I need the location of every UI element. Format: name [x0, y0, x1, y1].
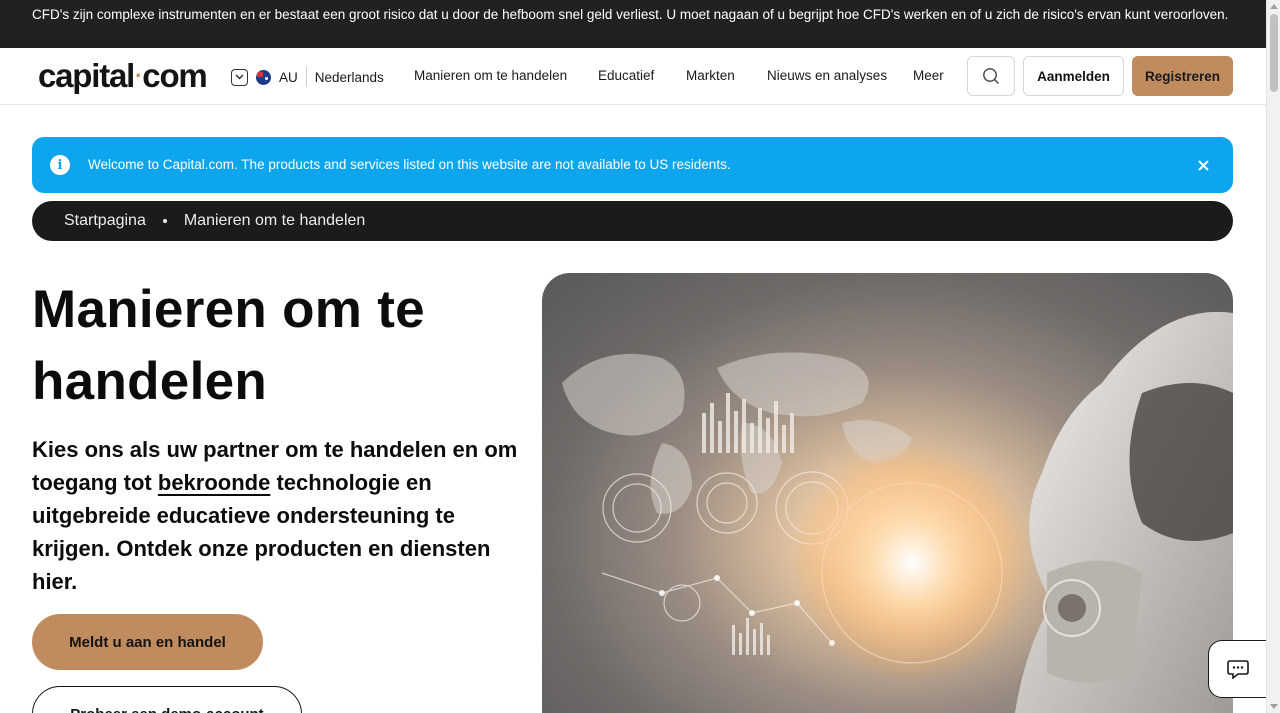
hero-illustration [562, 311, 1233, 713]
notice-text: Welcome to Capital.com. The products and… [88, 157, 731, 172]
hero-image-robot-trading [542, 273, 1233, 713]
logo-dot: · [135, 63, 142, 88]
breadcrumb-home-link[interactable]: Startpagina [64, 212, 146, 230]
page-scrollbar[interactable] [1266, 0, 1280, 713]
search-button[interactable] [967, 56, 1015, 96]
hero-subtitle: Kies ons als uw partner om te handelen e… [32, 433, 522, 598]
demo-account-button[interactable]: Probeer een demo-account [32, 686, 302, 713]
scroll-up-arrow-icon[interactable] [1270, 4, 1278, 9]
page-title: Manieren om te handelen [32, 280, 425, 411]
register-button[interactable]: Registreren [1132, 56, 1233, 96]
nav-item-news-analysis[interactable]: Nieuws en analyses [767, 68, 887, 83]
language-selector[interactable]: Nederlands [315, 70, 384, 85]
nav-item-education[interactable]: Educatief [598, 68, 654, 83]
breadcrumb-separator [162, 219, 167, 223]
close-icon[interactable] [1193, 155, 1213, 175]
info-icon: i [50, 155, 70, 175]
search-icon [983, 68, 999, 84]
site-header: capital·com AU Nederlands Manieren om te… [0, 48, 1266, 105]
breadcrumb-current: Manieren om te handelen [183, 212, 366, 229]
logo-text-left: capital [38, 57, 135, 94]
us-residents-notice: i Welcome to Capital.com. The products a… [32, 137, 1233, 193]
region-selector[interactable]: AU Nederlands [231, 67, 384, 87]
scrollbar-thumb[interactable] [1270, 14, 1278, 92]
logo[interactable]: capital·com [38, 57, 208, 98]
nav-item-more[interactable]: Meer [913, 68, 944, 83]
chevron-down-icon[interactable] [231, 68, 248, 86]
nav-item-markets[interactable]: Markten [686, 68, 735, 83]
region-code: AU [279, 69, 298, 85]
logo-text-right: com [142, 57, 207, 94]
region-divider [305, 67, 307, 87]
chat-button[interactable] [1208, 640, 1266, 698]
chat-icon [1226, 660, 1249, 679]
risk-warning-bar: CFD's zijn complexe instrumenten en er b… [0, 0, 1266, 48]
login-button[interactable]: Aanmelden [1023, 56, 1124, 96]
breadcrumb: Startpagina Manieren om te handelen [32, 201, 1233, 241]
sign-up-trade-button[interactable]: Meldt u aan en handel [32, 614, 263, 670]
awards-link[interactable]: bekroonde [158, 470, 270, 495]
nav-item-ways-to-trade[interactable]: Manieren om te handelen [414, 68, 567, 83]
risk-warning-text: CFD's zijn complexe instrumenten en er b… [32, 7, 1229, 22]
scroll-down-arrow-icon[interactable] [1270, 704, 1278, 709]
robot-figure [1014, 311, 1233, 713]
australia-flag-icon [256, 69, 271, 85]
